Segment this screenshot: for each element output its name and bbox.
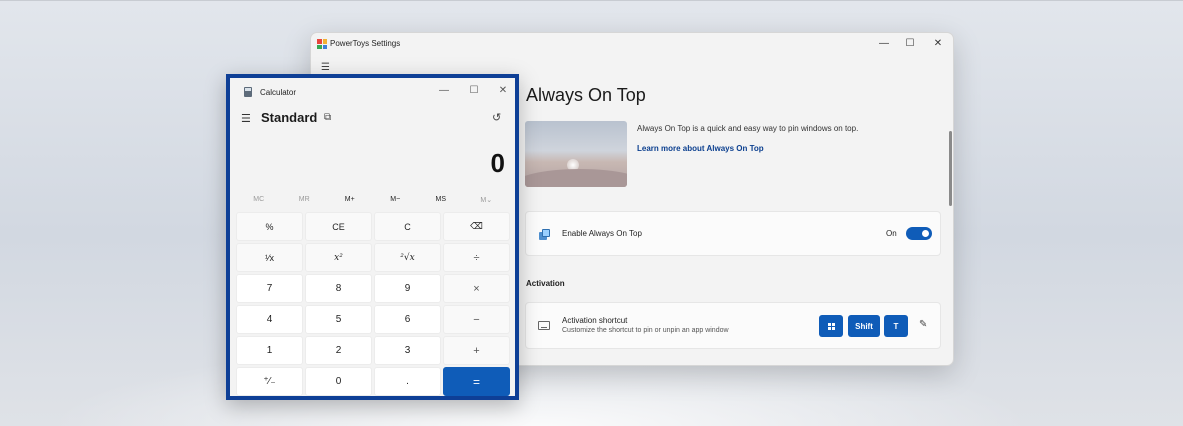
- scrollbar-thumb[interactable]: [949, 131, 952, 206]
- powertoys-logo-icon: [317, 39, 327, 49]
- navigation-menu-icon[interactable]: ☰: [241, 112, 251, 125]
- shortcut-title: Activation shortcut: [562, 316, 628, 325]
- close-button[interactable]: ✕: [925, 36, 951, 52]
- shortcut-subtitle: Customize the shortcut to pin or unpin a…: [562, 327, 729, 334]
- reciprocal-button[interactable]: ¹⁄x: [236, 243, 303, 272]
- memory-button[interactable]: M−: [373, 196, 419, 210]
- backspace-button[interactable]: ⌫: [443, 212, 510, 241]
- calculator-window: Calculator — ☐ ✕ ☰ Standard ⧉ ↺ 0 MC MR M+…: [226, 74, 519, 400]
- t-key-badge: T: [884, 315, 908, 337]
- logo-square: [317, 39, 322, 44]
- always-on-top-icon: [539, 229, 551, 240]
- square-button[interactable]: x²: [305, 243, 372, 272]
- clear-button[interactable]: C: [374, 212, 441, 241]
- hero-hill-shape: [525, 169, 627, 187]
- square-root-button[interactable]: ²√x: [374, 243, 441, 272]
- digit-5-button[interactable]: 5: [305, 305, 372, 334]
- digit-1-button[interactable]: 1: [236, 336, 303, 365]
- page-title: Always On Top: [526, 85, 646, 105]
- memory-row: MC MR M+ M− MS M⌄: [236, 196, 509, 210]
- keyboard-icon: [538, 321, 550, 330]
- maximize-button[interactable]: ☐: [897, 36, 923, 52]
- negate-button[interactable]: ⁺⁄₋: [236, 367, 303, 396]
- digit-8-button[interactable]: 8: [305, 274, 372, 303]
- activation-section-title: Activation: [526, 279, 565, 288]
- calculator-mode-title: Standard: [261, 110, 318, 125]
- keypad: % CE C ⌫ ¹⁄x x² ²√x ÷ 7 8 9 × 4 5 6− 1 2 3 + ⁺⁄₋ 0. =: [236, 212, 515, 396]
- win-key-badge: [819, 315, 843, 337]
- toggle-knob: [922, 230, 929, 237]
- result-display: 0: [490, 148, 505, 178]
- minus-button[interactable]: −: [443, 305, 510, 334]
- digit-6-button[interactable]: 6: [374, 305, 441, 334]
- digit-4-button[interactable]: 4: [236, 305, 303, 334]
- memory-button[interactable]: MC: [236, 196, 282, 210]
- memory-button[interactable]: MS: [418, 196, 464, 210]
- enable-toggle[interactable]: [906, 227, 932, 240]
- decimal-button[interactable]: .: [374, 367, 441, 396]
- logo-square: [322, 39, 327, 44]
- multiply-button[interactable]: ×: [443, 274, 510, 303]
- keep-on-top-icon[interactable]: ⧉: [324, 112, 331, 123]
- logo-square: [317, 44, 322, 49]
- shift-key-badge: Shift: [848, 315, 880, 337]
- powertoys-titlebar[interactable]: PowerToys Settings — ☐ ✕: [311, 33, 953, 55]
- logo-square: [322, 44, 327, 49]
- activation-shortcut-card: Activation shortcut Customize the shortc…: [525, 302, 941, 349]
- hamburger-menu-icon[interactable]: ☰: [321, 62, 330, 73]
- module-description: Always On Top is a quick and easy way to…: [637, 124, 859, 133]
- enable-setting-card: Enable Always On Top On: [525, 211, 941, 256]
- minimize-button[interactable]: —: [871, 36, 897, 52]
- percent-button[interactable]: %: [236, 212, 303, 241]
- windows-logo-icon: [827, 322, 835, 330]
- plus-button[interactable]: +: [443, 336, 510, 365]
- divide-button[interactable]: ÷: [443, 243, 510, 272]
- calc-close-button[interactable]: ✕: [490, 84, 516, 98]
- digit-7-button[interactable]: 7: [236, 274, 303, 303]
- digit-9-button[interactable]: 9: [374, 274, 441, 303]
- enable-label: Enable Always On Top: [562, 229, 642, 238]
- memory-button[interactable]: M+: [327, 196, 373, 210]
- learn-more-link[interactable]: Learn more about Always On Top: [637, 144, 764, 153]
- hero-image: [525, 121, 627, 187]
- calculator-window-title: Calculator: [260, 88, 297, 97]
- desktop-background: PowerToys Settings — ☐ ✕ ☰ Always On Top…: [0, 0, 1183, 426]
- powertoys-window-title: PowerToys Settings: [330, 39, 401, 48]
- clear-entry-button[interactable]: CE: [305, 212, 372, 241]
- memory-button[interactable]: M⌄: [464, 196, 510, 210]
- equals-button[interactable]: =: [443, 367, 510, 396]
- toggle-state-text: On: [886, 229, 897, 238]
- memory-button[interactable]: MR: [282, 196, 328, 210]
- calculator-app-icon: [244, 87, 252, 97]
- calc-minimize-button[interactable]: —: [431, 84, 457, 98]
- digit-3-button[interactable]: 3: [374, 336, 441, 365]
- calc-maximize-button[interactable]: ☐: [461, 84, 487, 98]
- digit-0-button[interactable]: 0: [305, 367, 372, 396]
- history-icon[interactable]: ↺: [492, 111, 501, 124]
- edit-shortcut-icon[interactable]: ✎: [919, 319, 927, 330]
- digit-2-button[interactable]: 2: [305, 336, 372, 365]
